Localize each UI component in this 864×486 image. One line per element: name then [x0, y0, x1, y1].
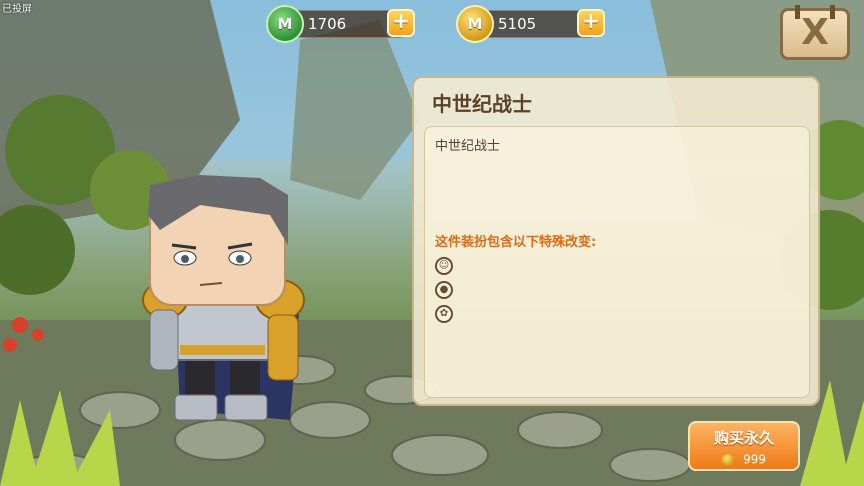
outfit-description-box: 中世纪战士 这件装扮包含以下特殊改变: ☺ ● ✿	[424, 126, 810, 398]
buy-price-row: 999	[690, 449, 798, 468]
outfit-name: 中世纪战士	[435, 139, 501, 154]
buy-permanent-button[interactable]: 购买永久 999	[688, 421, 800, 471]
add-mini-beans-button[interactable]: +	[387, 9, 415, 37]
close-button[interactable]: X	[780, 5, 850, 60]
add-gold-coins-button[interactable]: +	[577, 9, 605, 37]
mini-bean-balance: M 1706 +	[266, 5, 415, 43]
gold-coin-amount: 5105	[498, 15, 537, 33]
person-face-icon: ☺	[435, 257, 453, 275]
panel-title: 中世纪战士	[432, 92, 532, 116]
person-icon: ●	[435, 281, 453, 299]
gold-coin-balance: M 5105 +	[456, 5, 605, 43]
close-icon: X	[801, 12, 829, 53]
screen-cast-status-text: 已投屏	[2, 4, 32, 15]
gold-coin-icon: M	[456, 5, 494, 43]
gold-coin-icon	[722, 453, 734, 466]
outfit-detail-panel: 中世纪战士 中世纪战士 这件装扮包含以下特殊改变: ☺ ● ✿	[412, 76, 820, 406]
paw-icon: ✿	[435, 305, 453, 323]
special-effects-heading: 这件装扮包含以下特殊改变:	[435, 235, 597, 250]
buy-button-label: 购买永久	[713, 429, 774, 447]
buy-price: 999	[743, 452, 766, 467]
mini-bean-amount: 1706	[308, 15, 347, 33]
mini-bean-coin-icon: M	[266, 5, 304, 43]
